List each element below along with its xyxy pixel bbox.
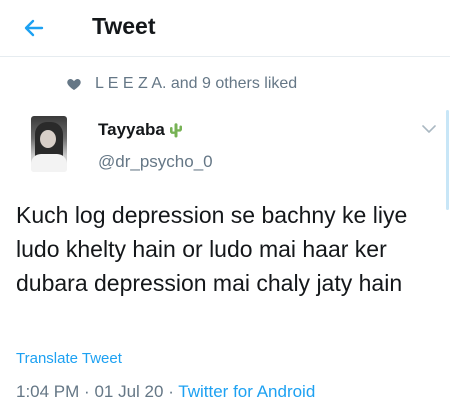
tweet-time: 1:04 PM [16, 382, 80, 401]
tweet-date: 01 Jul 20 [94, 382, 164, 401]
scrollbar[interactable] [446, 110, 449, 210]
tweet-options-button[interactable] [420, 120, 438, 138]
heart-icon [66, 76, 82, 92]
tweet-metadata: 1:04 PM · 01 Jul 20 · Twitter for Androi… [16, 382, 315, 402]
tweet-source-link[interactable]: Twitter for Android [178, 382, 315, 401]
author-handle[interactable]: @dr_psycho_0 [98, 152, 213, 172]
social-context[interactable]: L E E Z A. and 9 others liked [66, 75, 297, 93]
author-name[interactable]: Tayyaba [98, 120, 185, 140]
translate-tweet-link[interactable]: Translate Tweet [16, 350, 122, 367]
chevron-down-icon [422, 124, 436, 134]
avatar[interactable] [31, 116, 67, 172]
meta-separator: · [84, 382, 90, 401]
cactus-icon [167, 121, 185, 139]
arrow-left-icon [22, 16, 46, 40]
tweet-text: Kuch log depression se bachny ke liye lu… [16, 202, 408, 296]
back-button[interactable] [20, 14, 48, 42]
header-divider [0, 56, 450, 57]
page-title: Tweet [92, 13, 156, 39]
top-bar: Tweet [0, 0, 450, 56]
meta-separator: · [168, 382, 174, 401]
social-context-text: L E E Z A. and 9 others liked [95, 75, 298, 92]
author-display-name[interactable]: Tayyaba [98, 120, 165, 140]
